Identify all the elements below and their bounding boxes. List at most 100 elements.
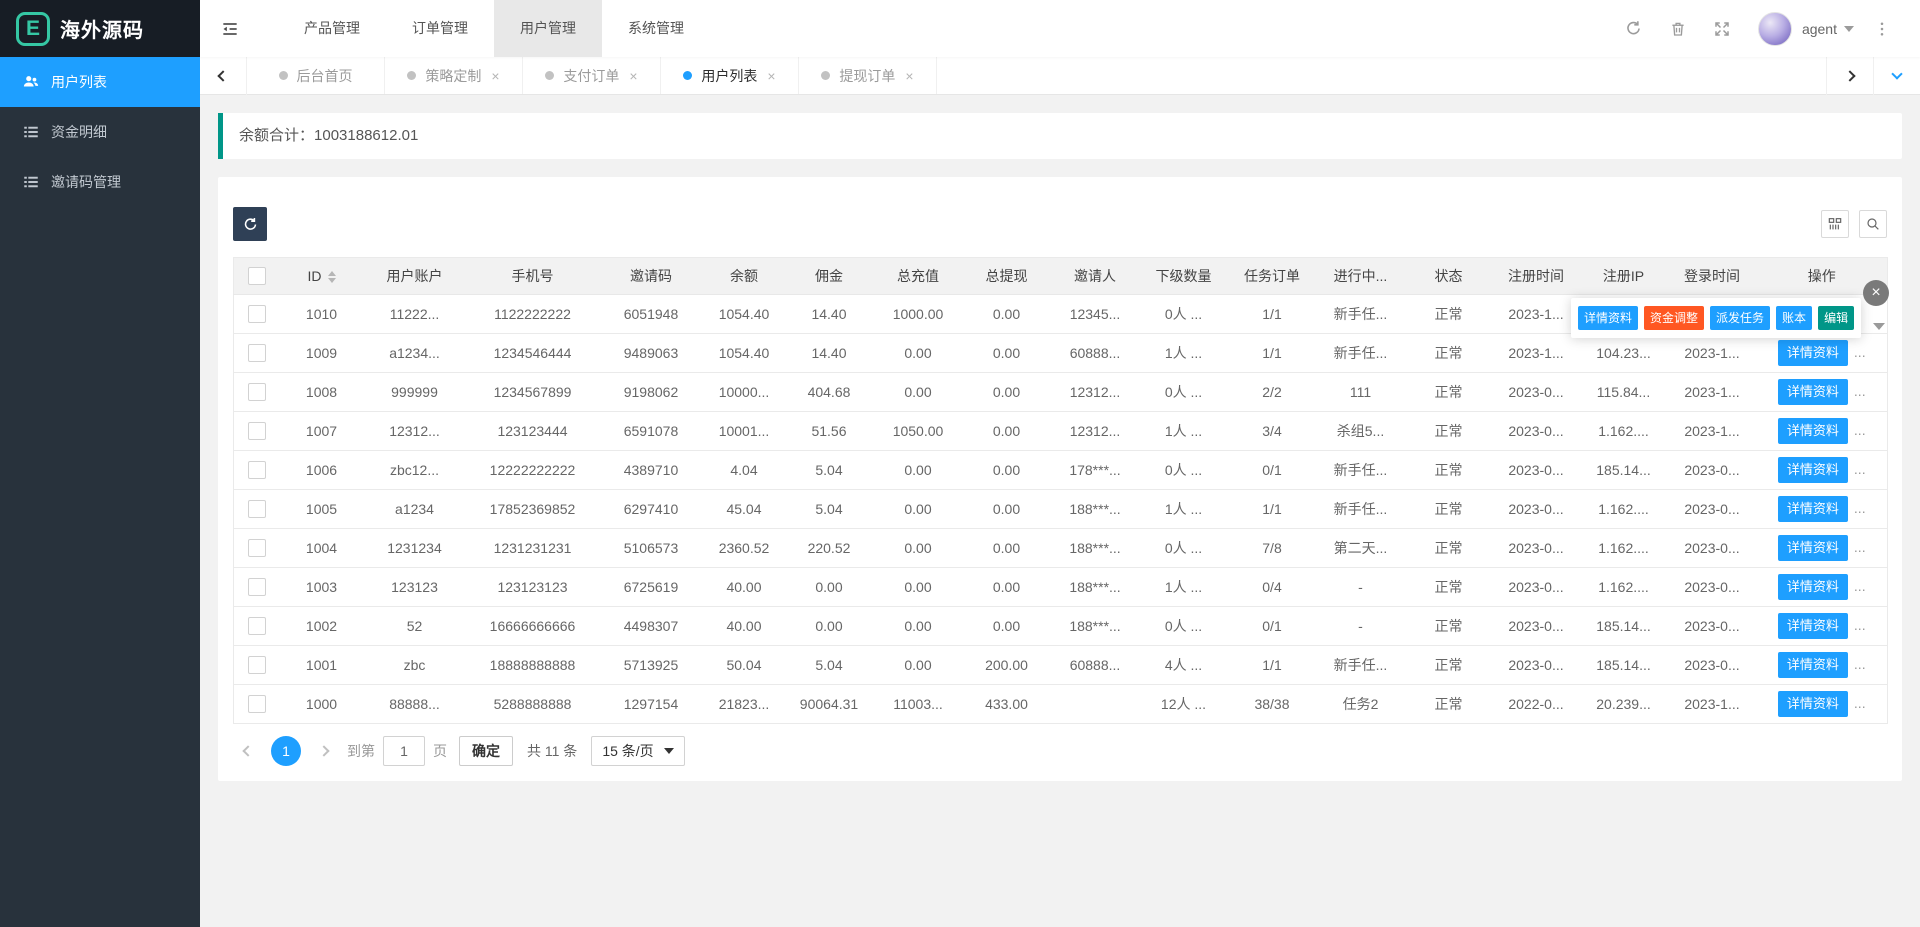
tabs-scroll-left-icon[interactable] — [200, 57, 247, 95]
row-checkbox[interactable] — [248, 578, 266, 596]
cell-reg_time: 2023-0... — [1493, 646, 1580, 685]
user-menu[interactable]: agent — [1802, 21, 1854, 37]
cell-account: 88888... — [363, 685, 467, 724]
cell-commission: 5.04 — [785, 646, 874, 685]
cell-inviter: 188***... — [1051, 568, 1140, 607]
tabs-menu-icon[interactable] — [1873, 57, 1920, 95]
cell-inviter: 60888... — [1051, 334, 1140, 373]
goto-page-input[interactable] — [383, 736, 425, 766]
fullscreen-icon[interactable] — [1700, 0, 1744, 57]
row-checkbox[interactable] — [248, 305, 266, 323]
funds-adjust-button[interactable]: 资金调整 — [1644, 306, 1704, 330]
next-page-icon[interactable] — [309, 736, 339, 766]
detail-button[interactable]: 详情资料 — [1778, 379, 1848, 405]
more-actions[interactable]: ... — [1854, 383, 1866, 399]
tab-dot-icon — [683, 71, 692, 80]
cell-actions: 详情资料... — [1757, 685, 1888, 724]
sidebar-item-funds-detail[interactable]: 资金明细 — [0, 107, 200, 157]
tab-close-icon[interactable]: × — [767, 69, 775, 83]
detail-button[interactable]: 详情资料 — [1778, 340, 1848, 366]
more-actions[interactable]: ... — [1854, 461, 1866, 477]
more-actions[interactable]: ... — [1854, 695, 1866, 711]
row-checkbox[interactable] — [248, 617, 266, 635]
cell-phone: 1234546444 — [467, 334, 599, 373]
detail-button[interactable]: 详情资料 — [1778, 613, 1848, 639]
more-actions[interactable]: ... — [1854, 344, 1866, 360]
tab-strategy[interactable]: 策略定制 × — [385, 57, 523, 94]
detail-button[interactable]: 详情资料 — [1778, 535, 1848, 561]
row-checkbox[interactable] — [248, 461, 266, 479]
more-dots-icon[interactable] — [1860, 0, 1904, 57]
cell-commission: 90064.31 — [785, 685, 874, 724]
tab-dashboard[interactable]: 后台首页 — [247, 57, 385, 94]
close-icon[interactable]: × — [1863, 280, 1889, 306]
row-checkbox[interactable] — [248, 656, 266, 674]
cell-phone: 1122222222 — [467, 295, 599, 334]
detail-button[interactable]: 详情资料 — [1778, 496, 1848, 522]
row-checkbox[interactable] — [248, 344, 266, 362]
more-actions[interactable]: ... — [1854, 539, 1866, 555]
ledger-button[interactable]: 账本 — [1776, 306, 1812, 330]
page-number[interactable]: 1 — [271, 736, 301, 766]
row-checkbox[interactable] — [248, 383, 266, 401]
refresh-icon[interactable] — [1612, 0, 1656, 57]
more-actions[interactable]: ... — [1854, 578, 1866, 594]
nav-item-system[interactable]: 系统管理 — [602, 0, 710, 57]
confirm-button[interactable]: 确定 — [459, 736, 513, 766]
sort-icon[interactable] — [328, 271, 336, 283]
nav-item-users[interactable]: 用户管理 — [494, 0, 602, 57]
prev-page-icon[interactable] — [233, 736, 263, 766]
row-checkbox[interactable] — [248, 422, 266, 440]
column-header-commission: 佣金 — [785, 258, 874, 295]
dispatch-task-button[interactable]: 派发任务 — [1710, 306, 1770, 330]
tab-user-list[interactable]: 用户列表 × — [661, 57, 799, 94]
row-checkbox[interactable] — [248, 539, 266, 557]
dropdown-caret-icon[interactable] — [1873, 323, 1885, 330]
sidebar-item-user-list[interactable]: 用户列表 — [0, 57, 200, 107]
more-actions[interactable]: ... — [1854, 617, 1866, 633]
cell-code: 4498307 — [599, 607, 704, 646]
sidebar-fold-icon[interactable] — [200, 0, 260, 57]
tab-close-icon[interactable]: × — [629, 69, 637, 83]
tab-pay-orders[interactable]: 支付订单 × — [523, 57, 661, 94]
cell-reg_ip: 20.239... — [1580, 685, 1668, 724]
trash-icon[interactable] — [1656, 0, 1700, 57]
cell-login_time: 2023-0... — [1668, 607, 1757, 646]
row-checkbox[interactable] — [248, 500, 266, 518]
tab-withdraw-orders[interactable]: 提现订单 × — [799, 57, 937, 94]
cell-recharge: 1050.00 — [874, 412, 963, 451]
cell-inviter: 188***... — [1051, 607, 1140, 646]
detail-button[interactable]: 详情资料 — [1778, 574, 1848, 600]
more-actions[interactable]: ... — [1854, 500, 1866, 516]
more-actions[interactable]: ... — [1854, 422, 1866, 438]
user-avatar[interactable] — [1758, 12, 1792, 46]
detail-button[interactable]: 详情资料 — [1778, 418, 1848, 444]
cell-subs: 4人 ... — [1140, 646, 1228, 685]
more-actions[interactable]: ... — [1854, 656, 1866, 672]
tabs-scroll-right-icon[interactable] — [1826, 57, 1873, 95]
row-checkbox[interactable] — [248, 695, 266, 713]
detail-button[interactable]: 详情资料 — [1778, 652, 1848, 678]
cell-actions: 详情资料... — [1757, 451, 1888, 490]
columns-filter-icon[interactable] — [1821, 210, 1849, 238]
table-toolbar — [233, 207, 1887, 241]
detail-button[interactable]: 详情资料 — [1578, 306, 1638, 330]
refresh-table-button[interactable] — [233, 207, 267, 241]
edit-button[interactable]: 编辑 — [1818, 306, 1854, 330]
cell-account: 12312... — [363, 412, 467, 451]
sidebar-item-invite-code[interactable]: 邀请码管理 — [0, 157, 200, 207]
nav-item-orders[interactable]: 订单管理 — [386, 0, 494, 57]
cell-id: 1006 — [281, 451, 363, 490]
select-all-checkbox[interactable] — [248, 267, 266, 285]
tabs-bar: 后台首页 策略定制 × 支付订单 × 用户列表 × 提现订单 × — [200, 57, 1920, 95]
nav-item-products[interactable]: 产品管理 — [278, 0, 386, 57]
tab-close-icon[interactable]: × — [491, 69, 499, 83]
detail-button[interactable]: 详情资料 — [1778, 691, 1848, 717]
cell-account: 999999 — [363, 373, 467, 412]
detail-button[interactable]: 详情资料 — [1778, 457, 1848, 483]
tab-close-icon[interactable]: × — [905, 69, 913, 83]
column-header-inviter: 邀请人 — [1051, 258, 1140, 295]
search-icon[interactable] — [1859, 210, 1887, 238]
column-header-id[interactable]: ID — [281, 258, 363, 295]
page-size-select[interactable]: 15 条/页 — [591, 736, 684, 766]
